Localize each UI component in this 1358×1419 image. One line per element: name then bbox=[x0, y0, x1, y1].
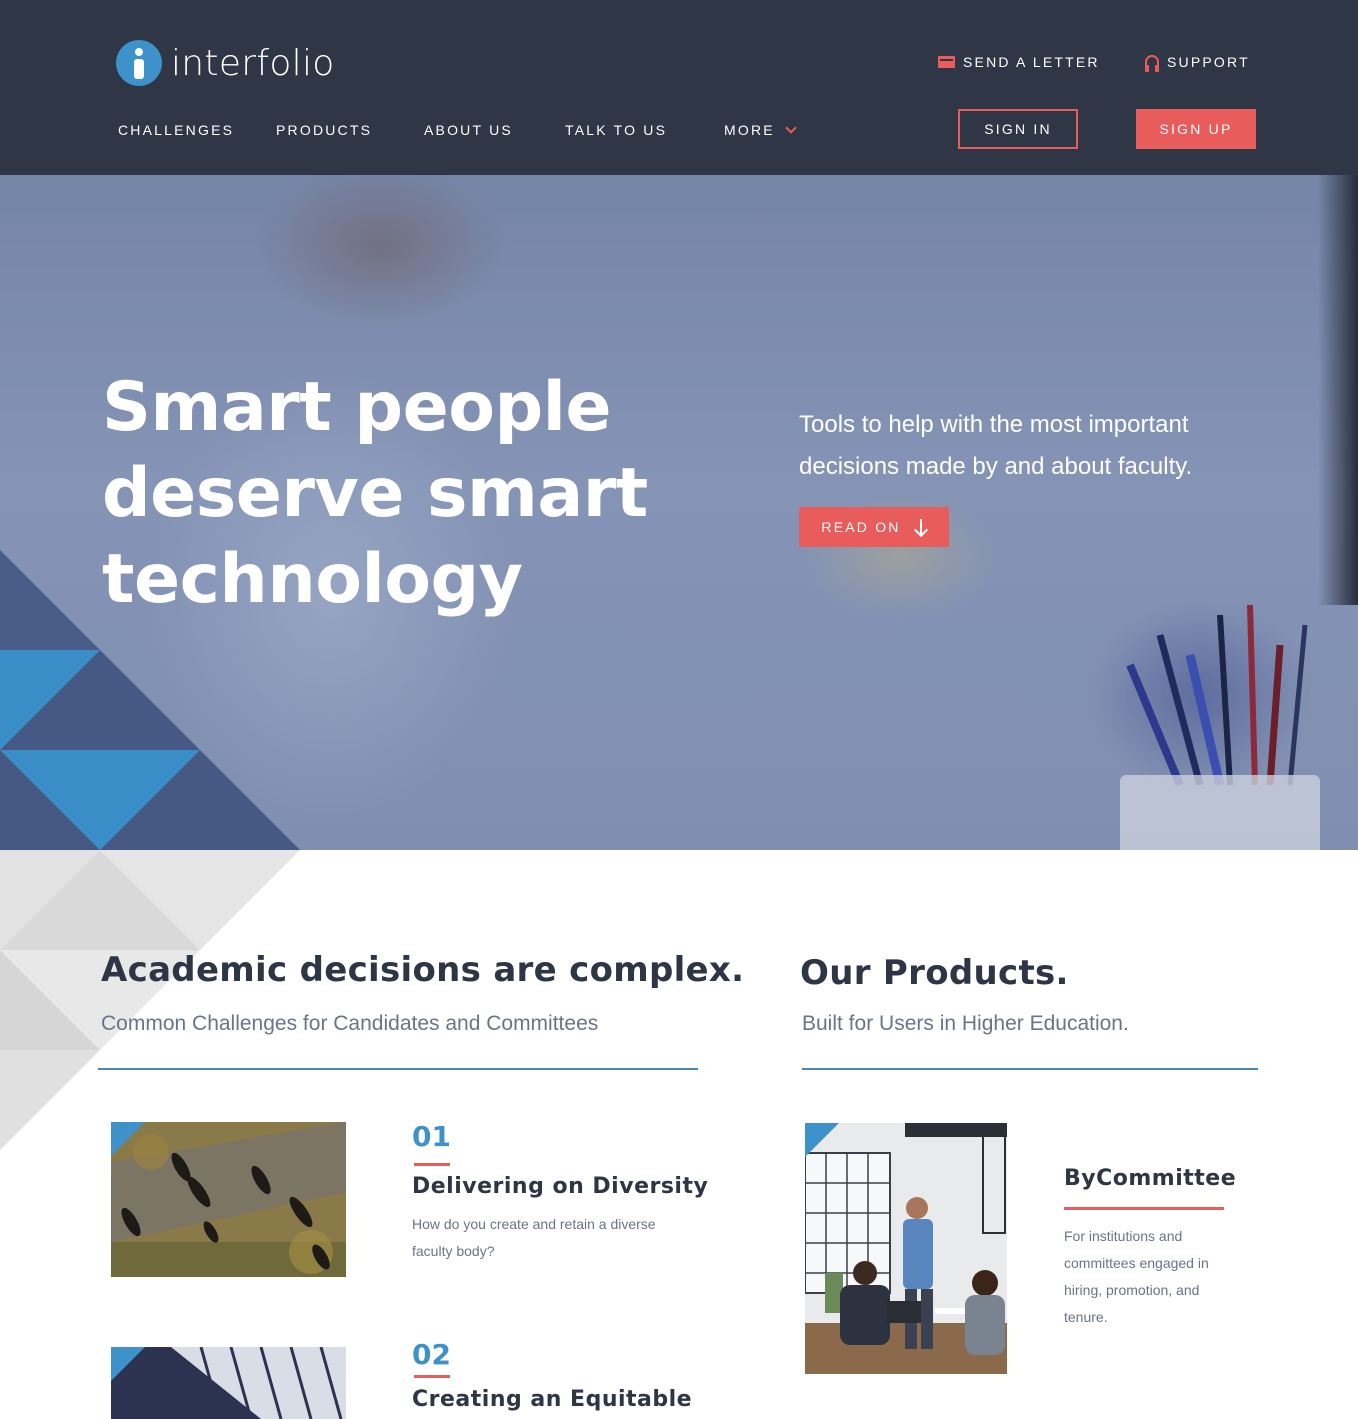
product-bycommittee-description: For institutions and committees engaged … bbox=[1064, 1223, 1209, 1331]
hero-subtitle-line-2: decisions made by and about faculty. bbox=[799, 453, 1193, 480]
hero-monitor-edge bbox=[1318, 175, 1358, 605]
challenge-number-01: 01 bbox=[412, 1120, 451, 1153]
chevron-down-icon bbox=[785, 122, 797, 134]
product-bycommittee-title[interactable]: ByCommittee bbox=[1064, 1166, 1236, 1191]
products-subtitle: Built for Users in Higher Education. bbox=[802, 1012, 1129, 1035]
nav-more-label: MORE bbox=[724, 122, 775, 138]
interfolio-logo[interactable]: interfolio bbox=[116, 40, 335, 86]
product-desc-line-1: For institutions and bbox=[1064, 1228, 1183, 1244]
equitable-thumbnail[interactable] bbox=[111, 1347, 346, 1419]
challenge-number-02: 02 bbox=[412, 1338, 451, 1371]
hero-subtitle: Tools to help with the most important de… bbox=[799, 404, 1269, 488]
nav-challenges[interactable]: CHALLENGES bbox=[118, 122, 234, 138]
send-letter-link[interactable]: SEND A LETTER bbox=[938, 54, 1100, 70]
challenges-subtitle: Common Challenges for Candidates and Com… bbox=[101, 1012, 599, 1035]
nav-products[interactable]: PRODUCTS bbox=[276, 122, 372, 138]
challenge-01-description: How do you create and retain a diverse f… bbox=[412, 1211, 656, 1265]
headset-icon bbox=[1145, 54, 1159, 72]
hero-headline-line-1: Smart people bbox=[102, 368, 612, 447]
meeting-room-image bbox=[805, 1123, 1007, 1374]
products-divider bbox=[802, 1068, 1258, 1070]
arrow-down-icon bbox=[915, 519, 927, 535]
nav-more[interactable]: MORE bbox=[724, 122, 797, 138]
hero-headline-line-2: deserve smart bbox=[102, 454, 648, 533]
building-facade-image bbox=[111, 1347, 346, 1419]
sign-in-button[interactable]: SIGN IN bbox=[958, 109, 1078, 149]
challenge-02-accent-bar bbox=[414, 1375, 450, 1378]
support-link[interactable]: SUPPORT bbox=[1145, 54, 1250, 72]
challenge-02-title[interactable]: Creating an Equitable bbox=[412, 1387, 692, 1412]
read-on-button[interactable]: READ ON bbox=[799, 507, 949, 547]
triangle-pattern-decoration bbox=[0, 550, 300, 1150]
product-desc-line-2: committees engaged in bbox=[1064, 1255, 1209, 1271]
send-letter-label: SEND A LETTER bbox=[963, 54, 1100, 70]
thumbnail-corner-accent bbox=[805, 1123, 839, 1157]
challenge-01-desc-line-2: faculty body? bbox=[412, 1243, 495, 1259]
mail-icon bbox=[938, 56, 955, 68]
aerial-walkers-image bbox=[111, 1122, 346, 1277]
pen-cup-image bbox=[1126, 605, 1308, 785]
sign-up-button[interactable]: SIGN UP bbox=[1136, 109, 1256, 149]
challenge-01-desc-line-1: How do you create and retain a diverse bbox=[412, 1216, 656, 1232]
product-desc-line-3: hiring, promotion, and bbox=[1064, 1282, 1200, 1298]
thumbnail-corner-accent bbox=[111, 1347, 145, 1381]
support-label: SUPPORT bbox=[1167, 54, 1250, 70]
product-desc-line-4: tenure. bbox=[1064, 1309, 1108, 1325]
product-bycommittee-accent-bar bbox=[1064, 1207, 1224, 1210]
challenges-title: Academic decisions are complex. bbox=[101, 950, 745, 990]
nav-talk-to-us[interactable]: TALK TO US bbox=[565, 122, 667, 138]
challenge-01-accent-bar bbox=[414, 1163, 450, 1166]
read-on-label: READ ON bbox=[821, 519, 901, 535]
products-title: Our Products. bbox=[800, 953, 1069, 993]
thumbnail-corner-accent bbox=[111, 1122, 145, 1156]
bycommittee-thumbnail[interactable] bbox=[805, 1123, 1007, 1374]
hero-subtitle-line-1: Tools to help with the most important bbox=[799, 411, 1189, 438]
nav-about-us[interactable]: ABOUT US bbox=[424, 122, 513, 138]
info-logo-icon bbox=[116, 40, 162, 86]
site-header: interfolio SEND A LETTER SUPPORT CHALLEN… bbox=[0, 0, 1358, 175]
challenge-01-title[interactable]: Delivering on Diversity bbox=[412, 1174, 708, 1199]
logo-wordmark: interfolio bbox=[171, 42, 335, 84]
diversity-thumbnail[interactable] bbox=[111, 1122, 346, 1277]
challenges-divider bbox=[98, 1068, 698, 1070]
pen-cup bbox=[1120, 775, 1320, 850]
